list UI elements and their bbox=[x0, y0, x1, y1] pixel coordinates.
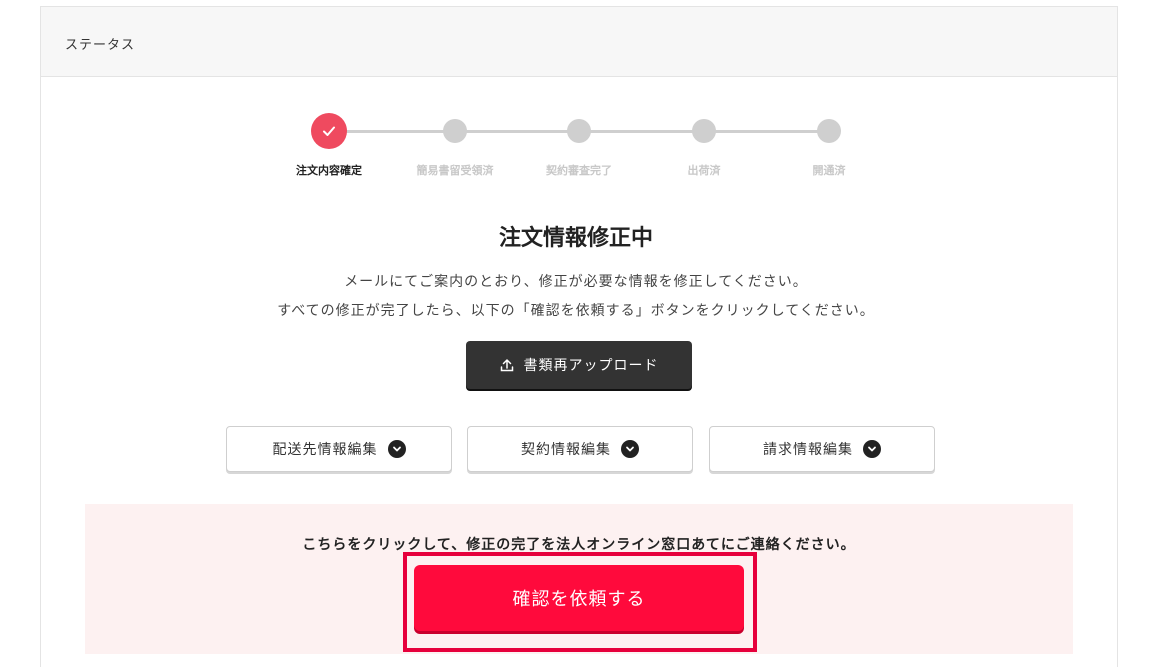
edit-billing-info-label: 請求情報編集 bbox=[763, 442, 853, 458]
chevron-down-circle-icon bbox=[863, 440, 881, 458]
step-1-dot bbox=[311, 113, 347, 149]
edit-contract-info-button[interactable]: 契約情報編集 bbox=[467, 426, 693, 472]
edit-contract-info-label: 契約情報編集 bbox=[521, 442, 611, 458]
confirmation-notice-text: こちらをクリックして、修正の完了を法人オンライン窓口あてにご連絡ください。 bbox=[302, 537, 856, 553]
check-icon bbox=[311, 113, 347, 149]
step-4-label: 出荷済 bbox=[687, 164, 721, 177]
edit-shipping-info-button[interactable]: 配送先情報編集 bbox=[226, 426, 452, 472]
reupload-documents-label: 書類再アップロード bbox=[523, 358, 659, 374]
step-2-label: 簡易書留受領済 bbox=[416, 164, 494, 177]
step-5-dot bbox=[817, 119, 841, 143]
step-4-dot bbox=[692, 119, 716, 143]
edit-billing-info-button[interactable]: 請求情報編集 bbox=[709, 426, 935, 472]
step-2-dot bbox=[443, 119, 467, 143]
chevron-down-circle-icon bbox=[387, 440, 406, 458]
request-confirmation-button[interactable]: 確認を依頼する bbox=[414, 565, 744, 631]
chevron-down-circle-icon bbox=[621, 440, 639, 458]
upload-icon bbox=[500, 358, 514, 372]
status-title: 注文情報修正中 bbox=[498, 226, 653, 251]
step-3-dot bbox=[567, 119, 591, 143]
status-message-line2: すべての修正が完了したら、以下の「確認を依頼する」ボタンをクリックしてください。 bbox=[277, 303, 875, 319]
status-message-line1: メールにてご案内のとおり、修正が必要な情報を修正してください。 bbox=[344, 274, 808, 290]
step-1-label: 注文内容確定 bbox=[296, 164, 362, 177]
card-header: ステータス bbox=[41, 7, 1117, 77]
step-3-label: 契約審査完了 bbox=[546, 164, 612, 177]
card-header-title: ステータス bbox=[65, 38, 136, 53]
step-5-label: 開通済 bbox=[812, 164, 846, 177]
reupload-documents-button[interactable]: 書類再アップロード bbox=[466, 341, 692, 389]
edit-shipping-info-label: 配送先情報編集 bbox=[272, 442, 378, 458]
